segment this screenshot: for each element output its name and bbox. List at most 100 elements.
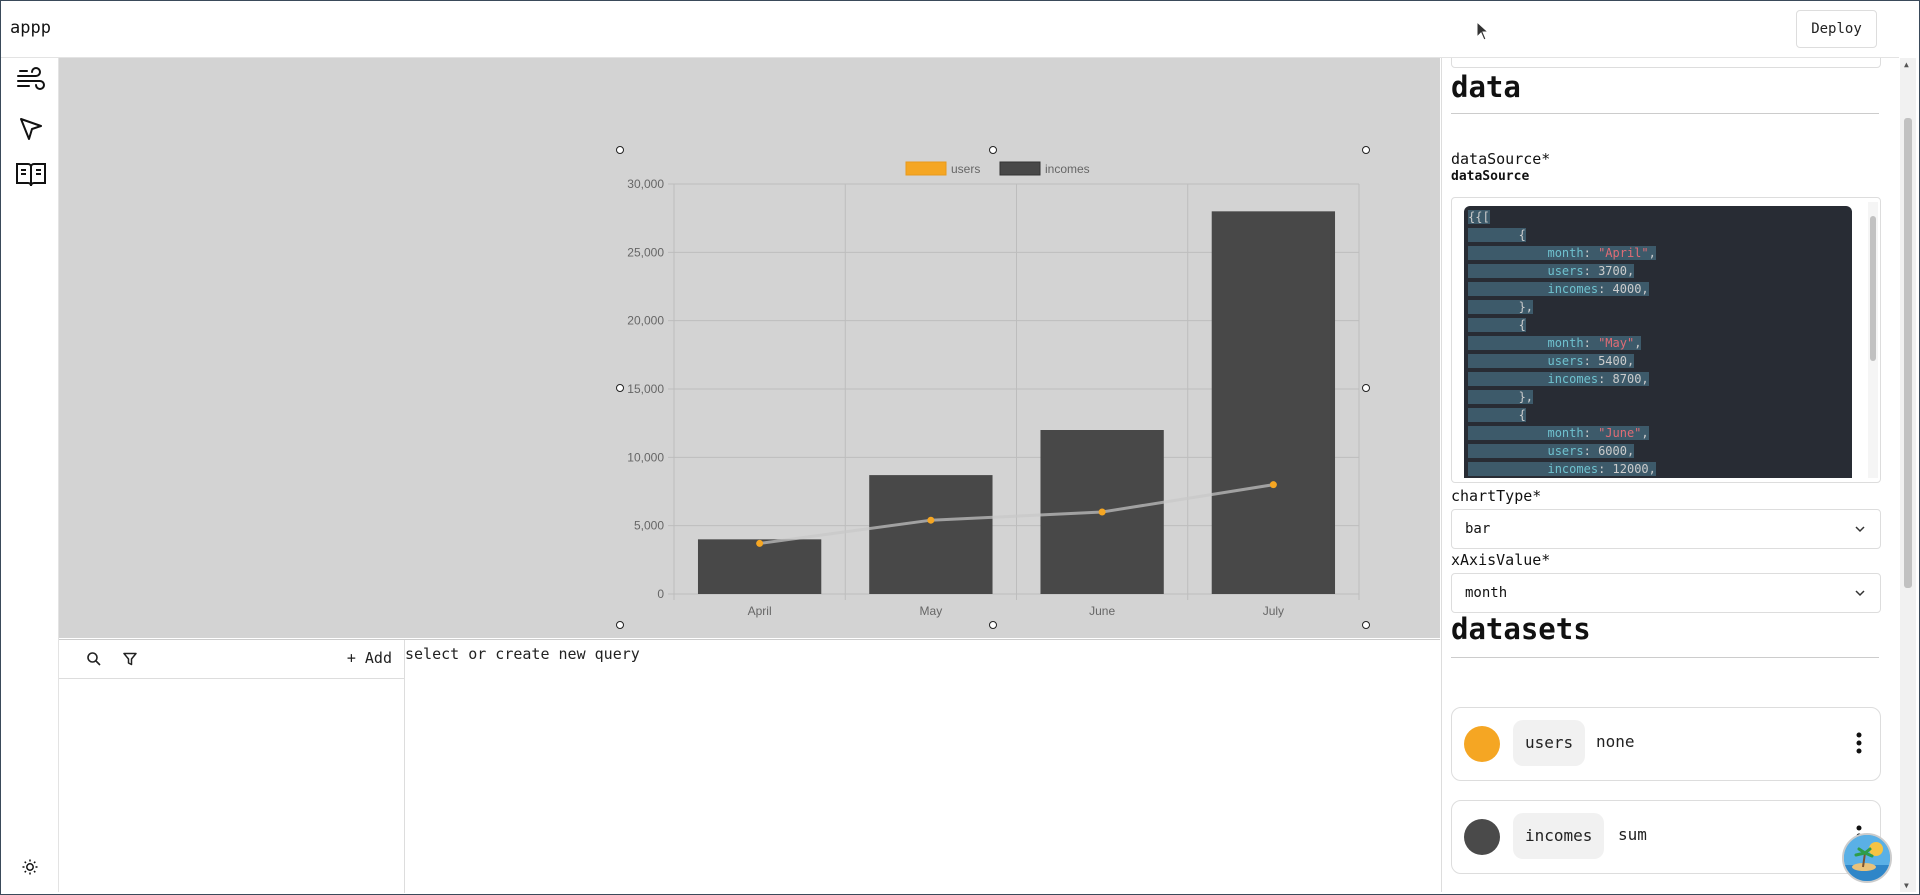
deploy-button[interactable]: Deploy: [1796, 10, 1877, 48]
legend-label-incomes: incomes: [1045, 162, 1090, 176]
dataset-name: incomes: [1513, 813, 1605, 859]
editor-scroll-thumb[interactable]: [1870, 216, 1876, 361]
code-brace: {: [1518, 228, 1526, 242]
dataset-color-swatch[interactable]: [1464, 819, 1500, 855]
users-point-july: [1269, 481, 1277, 489]
code-value: 8700: [1612, 372, 1642, 386]
x-tick-label: May: [920, 604, 943, 618]
legend-swatch-incomes: [999, 161, 1041, 176]
resize-handle[interactable]: [616, 384, 624, 392]
user-avatar[interactable]: [1842, 833, 1892, 883]
code-brace: {: [1518, 408, 1526, 422]
data-source-sublabel: dataSource: [1451, 169, 1530, 184]
dataset-aggregation: sum: [1618, 825, 1647, 844]
bar-july: [1211, 211, 1336, 595]
code-value: 4000: [1612, 282, 1642, 296]
y-tick-label: 25,000: [627, 245, 664, 259]
y-tick-label: 15,000: [627, 382, 664, 396]
code-brace: },: [1518, 390, 1534, 404]
resize-handle[interactable]: [1362, 146, 1370, 154]
users-point-april: [756, 539, 764, 547]
y-tick-label: 20,000: [627, 314, 664, 328]
filter-icon[interactable]: [120, 649, 140, 669]
dataset-card-incomes[interactable]: incomes sum: [1451, 800, 1881, 874]
code-key: incomes: [1547, 372, 1599, 386]
x-tick-label: April: [748, 604, 772, 618]
x-axis-value: month: [1465, 585, 1508, 601]
chevron-down-icon: [1855, 526, 1865, 533]
wind-icon[interactable]: [15, 64, 47, 96]
resize-handle[interactable]: [1362, 621, 1370, 629]
data-source-code-editor[interactable]: {{[ { month: "April", users: 3700, incom…: [1464, 206, 1852, 478]
resize-handle[interactable]: [616, 146, 624, 154]
query-empty-message: select or create new query: [405, 645, 640, 663]
dataset-name: users: [1513, 720, 1586, 766]
resize-handle[interactable]: [1362, 384, 1370, 392]
code-key: month: [1547, 246, 1584, 260]
y-tick-label: 0: [657, 587, 664, 601]
chart-type-label: chartType*: [1451, 487, 1542, 505]
data-heading: data: [1451, 70, 1521, 104]
code-value: 3700: [1598, 264, 1627, 278]
chevron-down-icon: [1855, 590, 1865, 597]
app-title: appp: [10, 18, 51, 38]
mouse-cursor-icon: [1476, 20, 1490, 45]
x-tick-label: June: [1089, 604, 1115, 618]
resize-handle[interactable]: [616, 621, 624, 629]
page-scrollbar[interactable]: ▲ ▼: [1900, 58, 1916, 892]
bar-april: [697, 539, 822, 594]
top-bar: appp Deploy: [1, 1, 1899, 58]
y-tick-label: 30,000: [627, 177, 664, 191]
code-value: "April": [1598, 246, 1649, 260]
chart-type-select[interactable]: bar: [1451, 509, 1881, 549]
legend-swatch-users: [905, 161, 947, 176]
users-point-may: [927, 516, 935, 524]
code-key: users: [1547, 354, 1584, 368]
inspector-panel: data dataSource* dataSource {{[ { month:…: [1441, 58, 1900, 892]
code-value: 12000: [1612, 462, 1649, 476]
users-point-june: [1098, 508, 1106, 516]
query-list: + Add: [59, 640, 405, 893]
code-key: incomes: [1547, 282, 1599, 296]
y-tick-label: 10,000: [627, 450, 664, 464]
code-key: month: [1547, 336, 1584, 350]
search-icon[interactable]: [84, 649, 104, 669]
data-source-label: dataSource*: [1451, 150, 1551, 168]
dataset-aggregation: none: [1596, 732, 1635, 751]
dataset-color-swatch[interactable]: [1464, 726, 1500, 762]
design-canvas[interactable]: 0 5,000 10,000 15,000 20,000 25,000 30,000 Apri…: [59, 58, 1440, 638]
scroll-up-icon[interactable]: ▲: [1904, 60, 1909, 69]
data-source-editor-box: {{[ { month: "April", users: 3700, incom…: [1451, 197, 1881, 483]
bar-may: [869, 475, 993, 594]
query-panel: + Add select or create new query: [59, 639, 1440, 893]
dataset-card-users[interactable]: users none: [1451, 707, 1881, 781]
more-vertical-icon[interactable]: [1856, 732, 1862, 754]
sun-icon[interactable]: [15, 852, 45, 882]
left-rail: [1, 58, 59, 892]
editor-scrollbar[interactable]: [1868, 202, 1878, 478]
code-brace: {: [1518, 318, 1526, 332]
divider: [1451, 657, 1879, 658]
y-tick-label: 5,000: [634, 519, 664, 533]
code-open: {{[: [1468, 210, 1490, 224]
code-key: users: [1547, 444, 1584, 458]
legend-label-users: users: [951, 162, 980, 176]
code-value: 5400: [1598, 354, 1627, 368]
bar-chart[interactable]: 0 5,000 10,000 15,000 20,000 25,000 30,000 Apri…: [59, 58, 1440, 638]
resize-handle[interactable]: [989, 146, 997, 154]
x-axis-select[interactable]: month: [1451, 573, 1881, 613]
book-open-icon[interactable]: [15, 159, 47, 191]
previous-field-box: [1451, 58, 1881, 68]
chart-type-value: bar: [1465, 521, 1491, 537]
datasets-heading: datasets: [1451, 612, 1591, 646]
add-query-button[interactable]: + Add: [347, 649, 392, 667]
code-key: incomes: [1547, 462, 1599, 476]
resize-handle[interactable]: [989, 621, 997, 629]
scroll-down-icon[interactable]: ▼: [1904, 881, 1909, 890]
query-toolbar: + Add: [59, 640, 404, 679]
page-scroll-thumb[interactable]: [1904, 118, 1912, 588]
code-value: "May": [1598, 336, 1635, 350]
x-tick-label: July: [1263, 604, 1284, 618]
divider: [1451, 113, 1879, 114]
cursor-arrow-icon[interactable]: [15, 113, 47, 145]
